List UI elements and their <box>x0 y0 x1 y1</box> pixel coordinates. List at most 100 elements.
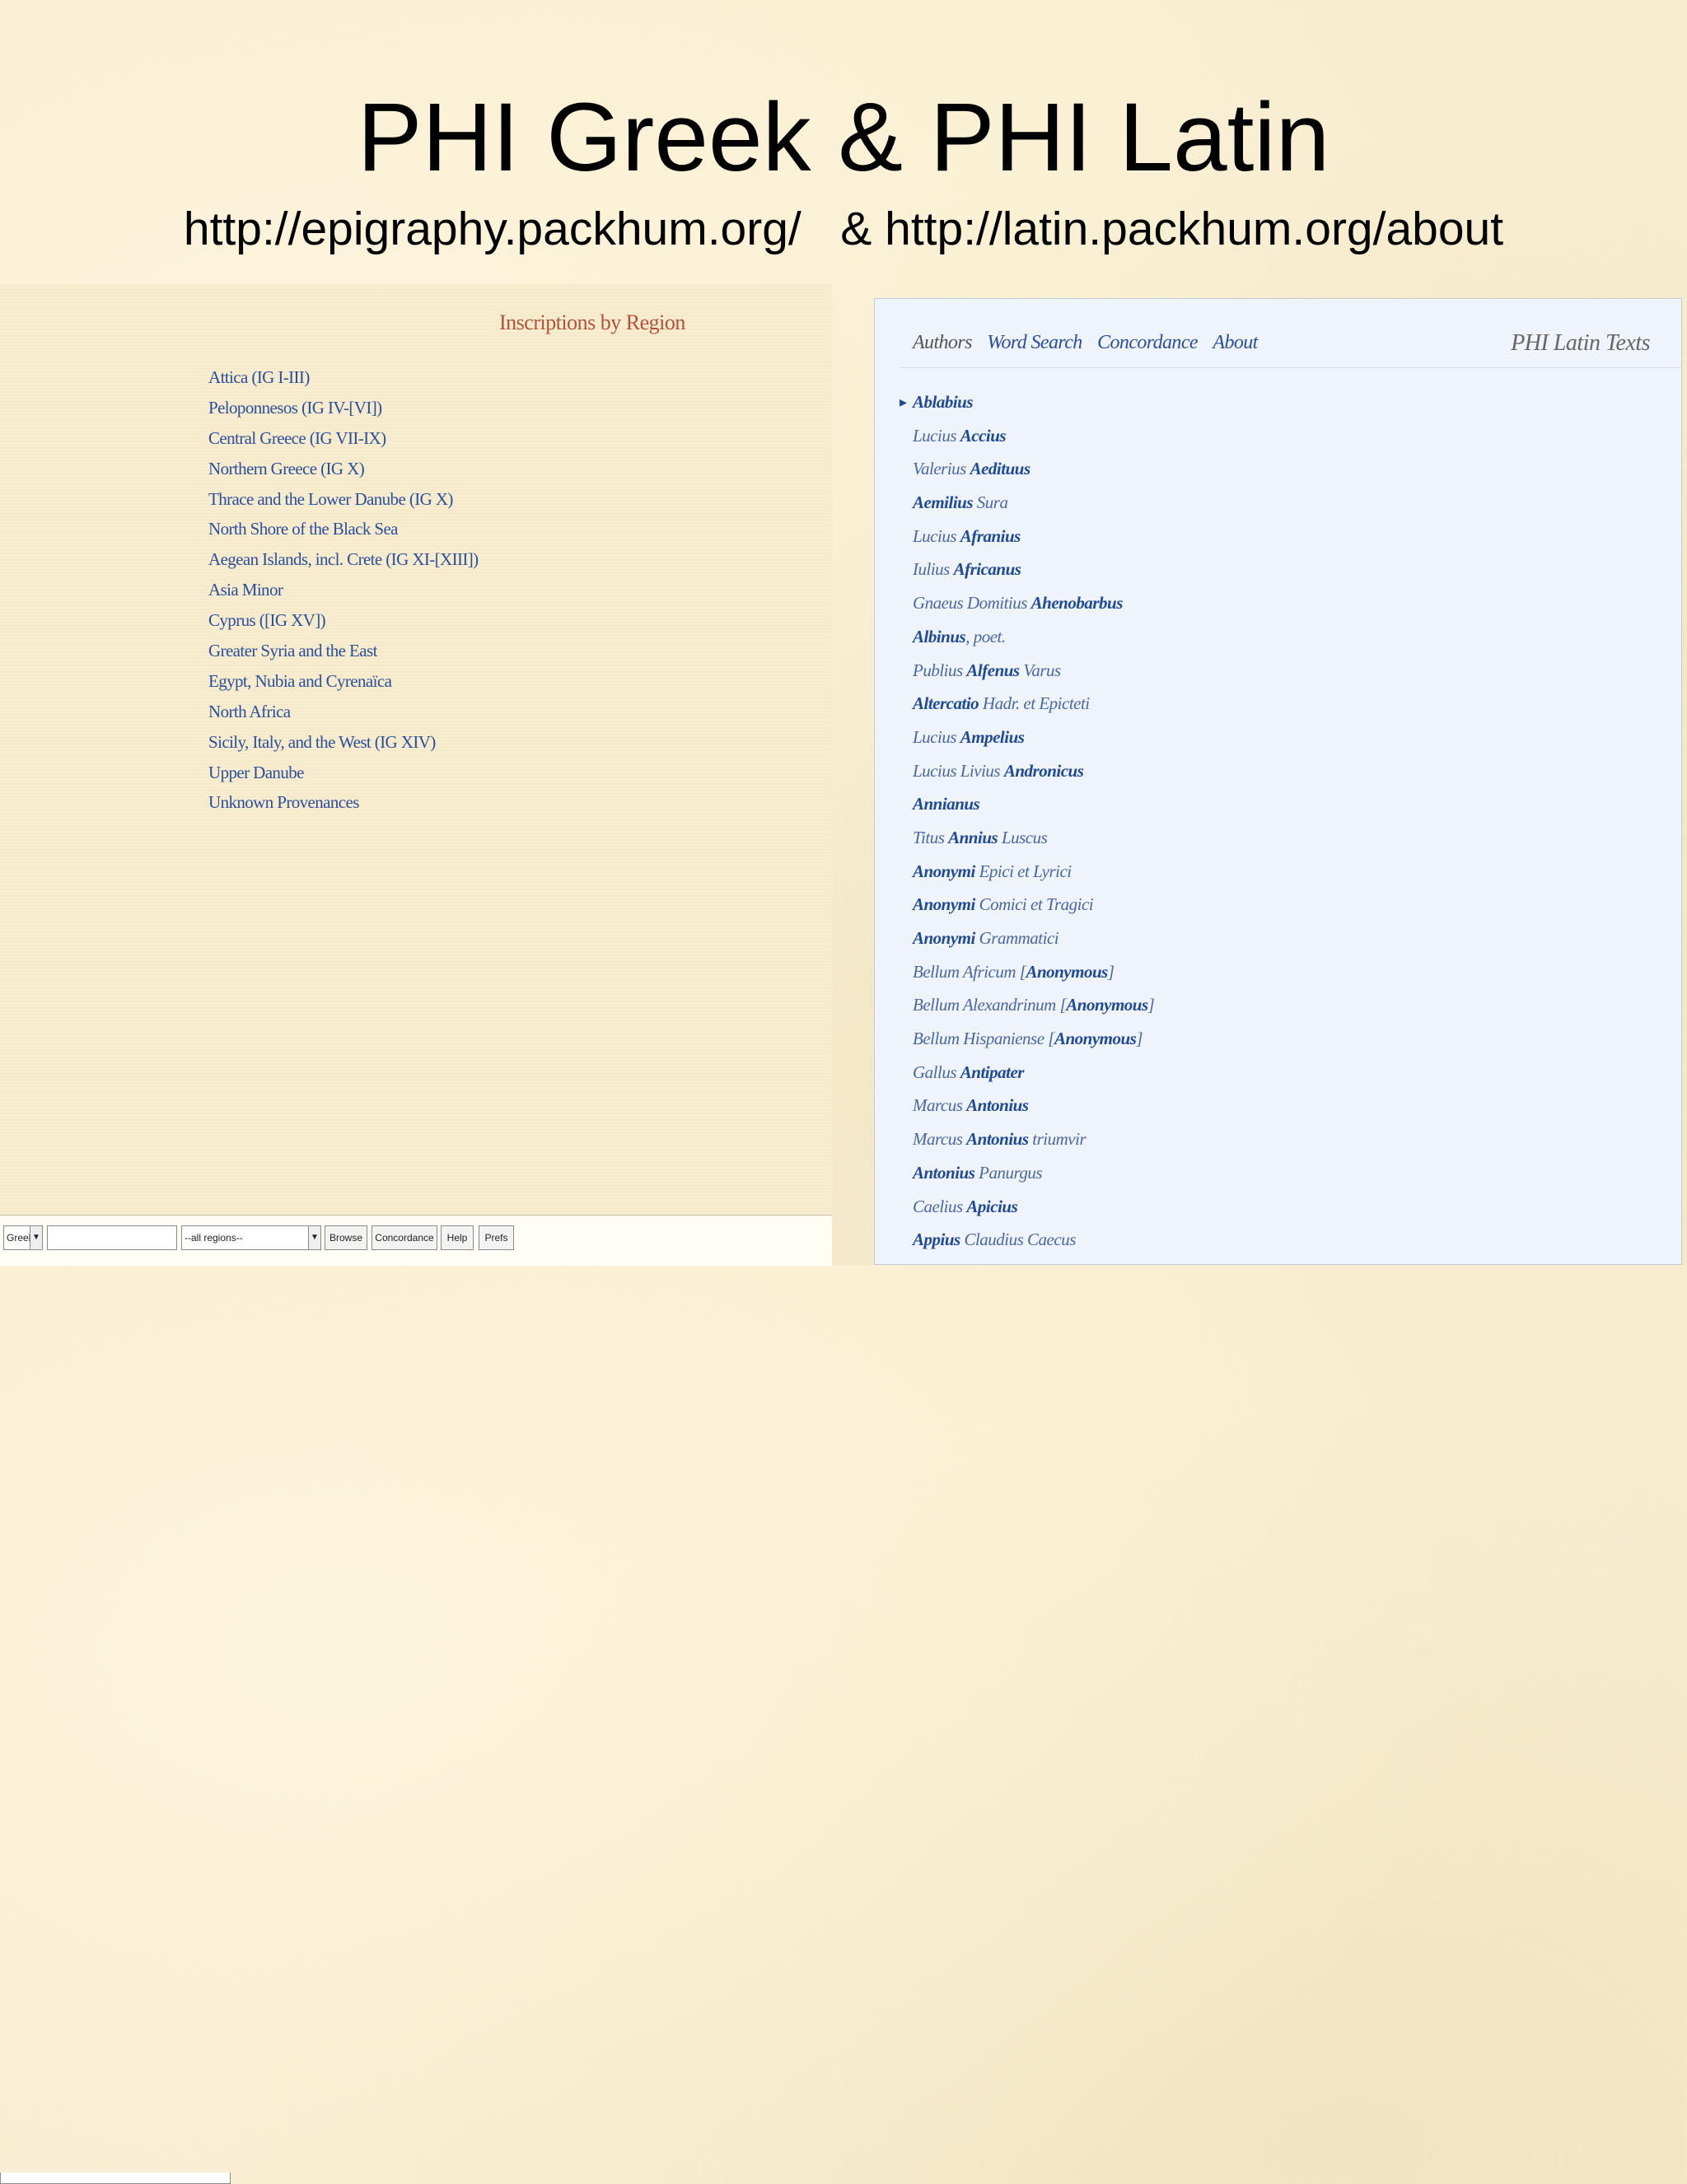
author-link[interactable]: Valerius Aedituus <box>913 452 1154 486</box>
author-link[interactable]: Lucius Livius Andronicus <box>913 754 1154 788</box>
region-link[interactable]: Asia Minor <box>208 575 479 605</box>
author-name-main: Anonymous <box>1026 961 1108 982</box>
author-link[interactable]: Bellum Africum [Anonymous] <box>913 955 1154 989</box>
author-link[interactable]: Anonymi Grammatici <box>913 922 1154 955</box>
region-link[interactable]: Central Greece (IG VII-IX) <box>208 423 479 454</box>
region-link[interactable]: Attica (IG I-III) <box>208 362 479 393</box>
author-link[interactable]: Aemilius Sura <box>913 486 1154 520</box>
nav-authors[interactable]: Authors <box>913 332 972 353</box>
author-name-main: Africanus <box>953 559 1021 580</box>
author-name-main: Annius <box>948 827 998 847</box>
nav-word-search[interactable]: Word Search <box>987 332 1082 353</box>
author-name-main: Albinus <box>913 626 966 646</box>
author-name-main: Afranius <box>960 525 1021 546</box>
author-link[interactable]: Bellum Alexandrinum [Anonymous] <box>913 988 1155 1022</box>
region-select[interactable]: --all regions-- ▼ <box>181 1225 321 1250</box>
region-link[interactable]: Northern Greece (IG X) <box>208 454 479 484</box>
region-link[interactable]: Aegean Islands, incl. Crete (IG XI-[XIII… <box>208 544 479 575</box>
author-name-prefix: Valerius <box>913 459 970 479</box>
author-name-prefix: Gallus <box>913 1062 960 1082</box>
author-link[interactable]: Ablabius <box>900 385 1154 419</box>
author-name-main: Aemilius <box>913 492 974 513</box>
dropdown-arrow-icon: ▼ <box>30 1226 42 1249</box>
slide-subtitle: http://epigraphy.packhum.org/ & http://l… <box>183 203 1504 255</box>
author-link[interactable]: Lucius Accius <box>913 419 1154 453</box>
region-link[interactable]: Peloponnesos (IG IV-[VI]) <box>208 393 479 423</box>
author-name-main: Appius <box>913 1230 960 1250</box>
author-link[interactable]: Titus Annius Luscus <box>913 821 1154 855</box>
author-name-suffix: Hadr. et Epicteti <box>979 693 1090 714</box>
author-link[interactable]: Lucius Ampelius <box>913 721 1154 754</box>
author-name-prefix: Bellum Alexandrinum [ <box>913 995 1067 1015</box>
author-name-main: Ampelius <box>960 726 1025 747</box>
author-name-main: Anonymi <box>913 894 975 915</box>
help-button[interactable]: Help <box>441 1225 474 1250</box>
author-name-suffix: Sura <box>973 492 1008 513</box>
author-link[interactable]: Gnaeus Domitius Ahenobarbus <box>913 586 1154 620</box>
phi-greek-screenshot: Inscriptions by Region Attica (IG I-III)… <box>0 284 832 2184</box>
author-link[interactable]: Albinus, poet. <box>913 620 1154 654</box>
author-name-prefix: Lucius <box>913 425 960 446</box>
author-name-prefix: Lucius <box>913 726 960 747</box>
author-link[interactable]: Anonymi Epici et Lyrici <box>913 855 1154 889</box>
latin-nav: Authors Word Search Concordance About <box>913 332 1269 354</box>
author-name-main: Anonymi <box>913 861 975 881</box>
region-link[interactable]: Unknown Provenances <box>208 787 479 818</box>
dropdown-list-edge <box>0 2172 231 2184</box>
author-name-prefix: Caelius <box>913 1196 967 1216</box>
language-select[interactable]: Greek ▼ <box>3 1225 43 1250</box>
phi-latin-screenshot: Authors Word Search Concordance About PH… <box>874 298 1682 1265</box>
author-link[interactable]: Antonius Panurgus <box>913 1156 1154 1190</box>
author-link[interactable]: Appius Claudius Caecus <box>913 1223 1154 1257</box>
author-name-suffix: Epici et Lyrici <box>974 861 1072 881</box>
author-name-main: Apicius <box>966 1196 1018 1216</box>
author-name-main: Alfenus <box>966 660 1020 680</box>
slide-title: PHI Greek & PHI Latin <box>357 83 1330 192</box>
author-link[interactable]: Gallus Antipater <box>913 1056 1154 1090</box>
search-input[interactable] <box>47 1225 177 1250</box>
author-name-main: Antipater <box>960 1062 1025 1082</box>
dropdown-arrow-icon: ▼ <box>308 1226 320 1249</box>
author-name-suffix: Comici et Tragici <box>974 894 1094 915</box>
author-link[interactable]: Marcus Antonius triumvir <box>913 1122 1154 1156</box>
author-link[interactable]: Altercatio Hadr. et Epicteti <box>913 687 1154 721</box>
author-link[interactable]: Iulius Africanus <box>913 553 1154 586</box>
prefs-button[interactable]: Prefs <box>479 1225 514 1250</box>
region-link[interactable]: North Africa <box>208 697 479 727</box>
author-name-main: Ahenobarbus <box>1030 593 1124 614</box>
author-name-prefix: Gnaeus Domitius <box>913 593 1031 614</box>
browse-button[interactable]: Browse <box>325 1225 367 1250</box>
author-name-main: Antonius <box>913 1162 975 1183</box>
author-name-suffix: ] <box>1107 961 1115 982</box>
region-link[interactable]: Greater Syria and the East <box>208 636 479 666</box>
author-link[interactable]: Bellum Hispaniense [Anonymous] <box>913 1022 1154 1056</box>
author-name-suffix: Luscus <box>998 827 1048 847</box>
region-link[interactable]: Sicily, Italy, and the West (IG XIV) <box>208 727 479 758</box>
author-link[interactable]: Lucius Afranius <box>913 520 1154 553</box>
author-link[interactable]: Annianus <box>913 787 1154 821</box>
nav-concordance[interactable]: Concordance <box>1097 332 1198 353</box>
region-link[interactable]: Egypt, Nubia and Cyrenaïca <box>208 666 479 697</box>
region-link[interactable]: North Shore of the Black Sea <box>208 514 479 544</box>
author-name-suffix: Grammatici <box>974 928 1059 948</box>
author-link[interactable]: Publius Alfenus Varus <box>913 654 1154 688</box>
header-divider <box>900 367 1681 368</box>
region-link[interactable]: Cyprus ([IG XV]) <box>208 605 479 636</box>
author-link[interactable]: Caelius Apicius <box>913 1190 1154 1224</box>
author-link[interactable]: Anonymi Comici et Tragici <box>913 888 1154 922</box>
region-link[interactable]: Upper Danube <box>208 758 479 788</box>
region-list: Attica (IG I-III) Peloponnesos (IG IV-[V… <box>208 362 479 818</box>
author-name-suffix: Claudius Caecus <box>960 1230 1076 1250</box>
author-list: AblabiusLucius AcciusValerius AedituusAe… <box>900 385 1155 1257</box>
author-name-main: Anonymous <box>1066 995 1148 1015</box>
author-name-main: Anonymous <box>1054 1029 1137 1049</box>
latin-site-title: PHI Latin Texts <box>1511 330 1650 356</box>
author-link[interactable]: Marcus Antonius <box>913 1089 1154 1122</box>
nav-about[interactable]: About <box>1213 332 1258 353</box>
author-name-suffix: Panurgus <box>974 1162 1043 1183</box>
region-link[interactable]: Thrace and the Lower Danube (IG X) <box>208 484 479 515</box>
author-name-main: Ablabius <box>913 392 974 412</box>
author-name-main: Andronicus <box>1003 760 1084 781</box>
concordance-button[interactable]: Concordance <box>372 1225 437 1250</box>
author-name-prefix: Bellum Africum [ <box>913 961 1026 982</box>
